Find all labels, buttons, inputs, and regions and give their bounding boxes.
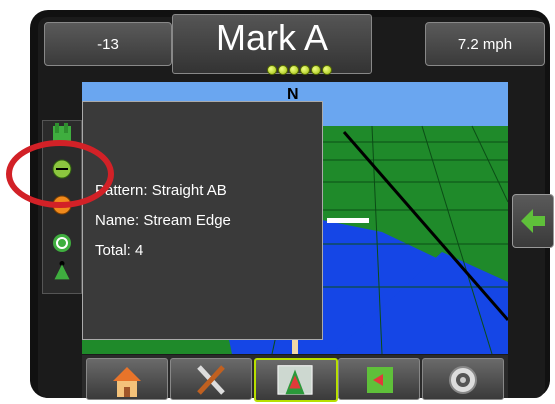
lightbar-dot	[322, 65, 332, 75]
lightbar-dot	[311, 65, 321, 75]
cross-track-value: -13	[97, 35, 119, 53]
lightbar-dot	[289, 65, 299, 75]
speed-value: 7.2 mph	[457, 35, 513, 53]
tab-home[interactable]	[86, 358, 168, 400]
home-icon	[113, 367, 141, 397]
tools-icon	[197, 365, 225, 395]
tab-tools[interactable]	[170, 358, 252, 400]
highlight-annotation	[6, 140, 114, 208]
tab-guidance[interactable]	[254, 358, 338, 402]
guideline-info-panel: Pattern: Straight AB Name: Stream Edge T…	[82, 101, 323, 340]
lightbar-indicator	[267, 65, 332, 75]
cross-track-error: -13	[44, 22, 172, 66]
speed-display: 7.2 mph	[425, 22, 545, 66]
steering-icon[interactable]	[52, 233, 72, 253]
name-label: Name: Stream Edge	[95, 212, 231, 229]
arrow-left-icon	[521, 209, 545, 233]
guidance-icon	[277, 365, 313, 395]
page-title-label: Mark A	[215, 17, 329, 58]
lightbar-dot	[278, 65, 288, 75]
vehicle-icon[interactable]	[52, 261, 72, 281]
map-icon	[367, 367, 393, 393]
tab-settings[interactable]	[422, 358, 504, 400]
total-label: Total: 4	[95, 242, 144, 259]
lightbar-dot	[267, 65, 277, 75]
expand-panel-button[interactable]	[512, 194, 554, 248]
settings-icon	[449, 366, 477, 394]
pattern-label: Pattern: Straight AB	[95, 182, 227, 199]
lightbar-dot	[300, 65, 310, 75]
tab-map[interactable]	[338, 358, 420, 400]
